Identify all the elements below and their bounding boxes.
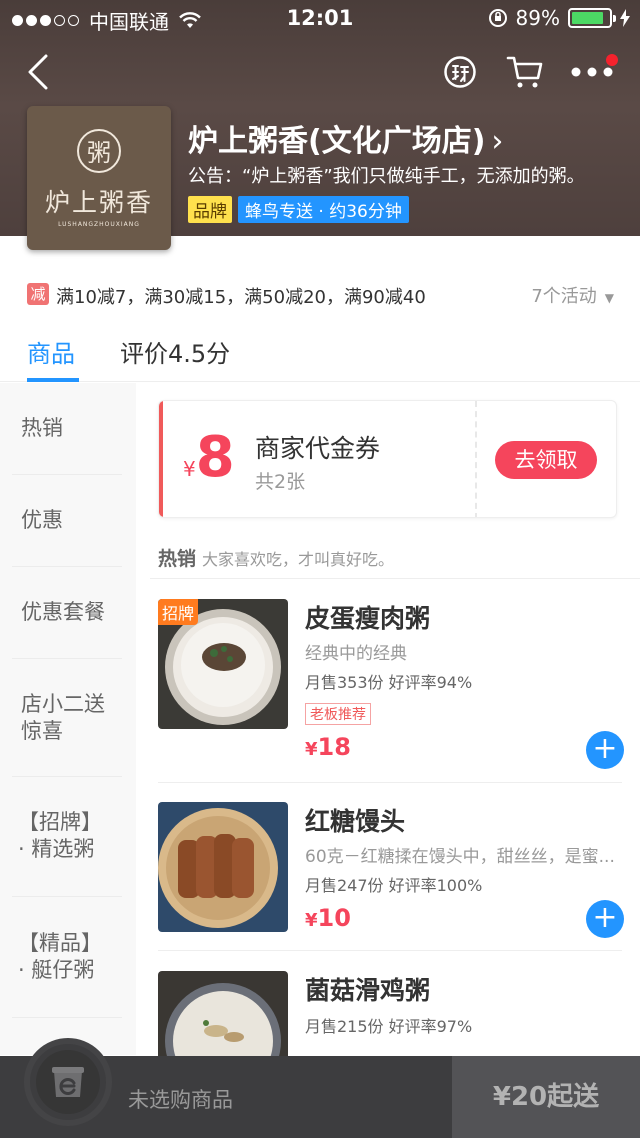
minimum-order: ¥20起送 (452, 1056, 640, 1138)
logo-subtext: LUSHANGZHOUXIANG (58, 220, 140, 228)
divider (12, 1017, 122, 1018)
discount-badge: 减 (27, 283, 49, 305)
price-value: 10 (317, 904, 351, 932)
category-label: 店小二送 (21, 691, 105, 716)
shopping-cart-icon (506, 56, 543, 88)
chevron-left-icon (28, 54, 48, 90)
coupon-value: 8 (195, 425, 235, 490)
coupon-amount: ¥8 (183, 425, 235, 490)
back-button[interactable] (18, 50, 58, 94)
food-image (158, 971, 288, 1056)
food-name: 菌菇滑鸡粥 (305, 976, 431, 1005)
cart-button[interactable] (503, 50, 547, 94)
brand-tag: 品牌 (188, 196, 232, 223)
divider (158, 782, 622, 783)
tab-reviews[interactable]: 评价4.5分 (120, 334, 230, 369)
food-sales: 月售215份 好评率97% (305, 1017, 473, 1036)
cart-toggle-button[interactable] (24, 1038, 112, 1126)
food-name: 红糖馒头 (305, 807, 406, 836)
category-signature[interactable]: 【招牌】 · 精选粥 (0, 777, 136, 895)
store-logo: 粥 炉上粥香 LUSHANGZHOUXIANG (27, 106, 171, 250)
store-name-text: 炉上粥香(文化广场店) (188, 124, 486, 159)
category-hot[interactable]: 热销 (0, 383, 136, 475)
category-label-2: 惊喜 (21, 719, 63, 743)
notification-dot (606, 54, 618, 66)
category-label: 【精品】 (18, 930, 102, 955)
logo-seal: 粥 (77, 128, 121, 173)
category-premium[interactable]: 【精品】 · 艇仔粥 (0, 897, 136, 1017)
group-order-icon (444, 56, 476, 88)
signature-badge: 招牌 (158, 599, 199, 625)
section-header: 热销 大家喜欢吃，才叫真好吃。 (158, 544, 394, 571)
category-combo[interactable]: 优惠套餐 (0, 567, 136, 659)
recommend-tag: 老板推荐 (305, 703, 371, 725)
price-value: 18 (317, 733, 351, 761)
coupon-title: 商家代金券 (255, 434, 381, 463)
section-title: 热销 (158, 548, 197, 570)
tab-goods[interactable]: 商品 (27, 334, 75, 369)
category-surprise[interactable]: 店小二送 惊喜 (0, 659, 136, 777)
food-description: 60克－红糖揉在馒头中，甜丝丝，是蜜... (305, 847, 615, 867)
coupon-count: 共2张 (255, 471, 306, 493)
category-label: 【招牌】 (18, 809, 102, 834)
delivery-tag: 蜂鸟专送 · 约36分钟 (238, 196, 409, 223)
tab-bar: 商品 评价4.5分 (0, 326, 640, 382)
category-sidebar: 热销 优惠 优惠套餐 店小二送 惊喜 【招牌】 · 精选粥 【精品】 · 艇仔粥 (0, 383, 136, 1055)
cart-icon (52, 1067, 84, 1097)
currency-symbol: ¥ (183, 457, 196, 481)
category-deals[interactable]: 优惠 (0, 475, 136, 567)
cart-status: 未选购商品 (128, 1088, 233, 1112)
category-label-2: · 精选粥 (18, 837, 95, 861)
status-bar: 中国联通 12:01 89% (0, 0, 640, 36)
food-price: ¥18 (305, 733, 351, 761)
add-to-cart-button[interactable]: + (586, 900, 624, 938)
activity-count[interactable]: 7个活动 ▼ (531, 282, 614, 308)
battery-percent: 89% (515, 6, 560, 30)
category-label-2: · 艇仔粥 (18, 958, 95, 982)
plus-icon: + (592, 731, 618, 766)
promotion-text: 满10减7，满30减15，满50减20，满90减40 (56, 287, 426, 308)
food-image (158, 802, 288, 932)
food-image: 招牌 (158, 599, 288, 729)
store-name[interactable]: 炉上粥香(文化广场店) › (188, 116, 503, 160)
chevron-right-icon: › (491, 124, 504, 159)
currency-symbol: ¥ (305, 910, 318, 931)
active-tab-indicator (27, 378, 79, 382)
group-order-button[interactable] (440, 52, 480, 92)
activity-count-label: 7个活动 (531, 286, 597, 307)
logo-text: 炉上粥香 (44, 187, 153, 217)
food-price: ¥10 (305, 904, 351, 932)
plus-icon: + (592, 900, 618, 935)
coupon-accent-bar (159, 401, 163, 517)
food-item[interactable]: 招牌 皮蛋瘦肉粥 经典中的经典 月售353份 好评率94% 老板推荐 ¥18 + (158, 599, 626, 769)
store-tags: 品牌 蜂鸟专送 · 约36分钟 (188, 196, 409, 223)
food-item[interactable]: 菌菇滑鸡粥 月售215份 好评率97% (158, 971, 626, 1056)
add-to-cart-button[interactable]: + (586, 731, 624, 769)
nav-bar (0, 44, 640, 100)
promotion-row[interactable]: 减 满10减7，满30减15，满50减20，满90减40 7个活动 ▼ (0, 278, 640, 314)
divider (158, 950, 622, 951)
charging-icon (620, 9, 630, 27)
store-notice: 公告：“炉上粥香”我们只做纯手工，无添加的粥。 (188, 166, 585, 187)
category-label: 热销 (21, 416, 63, 441)
food-name: 皮蛋瘦肉粥 (305, 604, 431, 633)
rotation-lock-icon (488, 9, 507, 27)
more-button[interactable] (562, 52, 622, 92)
currency-symbol: ¥ (305, 739, 318, 760)
food-item[interactable]: 红糖馒头 60克－红糖揉在馒头中，甜丝丝，是蜜... 月售247份 好评率100… (158, 802, 626, 942)
merchant-coupon: ¥8 商家代金券 共2张 去领取 (158, 400, 617, 518)
section-description: 大家喜欢吃，才叫真好吃。 (202, 550, 395, 569)
caret-down-icon: ▼ (604, 291, 614, 305)
battery-icon (568, 8, 616, 28)
food-sales: 月售247份 好评率100% (305, 876, 483, 895)
divider (150, 578, 640, 579)
category-label: 优惠 (21, 508, 63, 533)
food-description: 经典中的经典 (305, 644, 407, 664)
category-label: 优惠套餐 (21, 600, 105, 625)
more-dots-icon (571, 67, 613, 77)
claim-coupon-button[interactable]: 去领取 (495, 441, 597, 479)
food-sales: 月售353份 好评率94% (305, 673, 473, 692)
coupon-divider (475, 401, 477, 517)
